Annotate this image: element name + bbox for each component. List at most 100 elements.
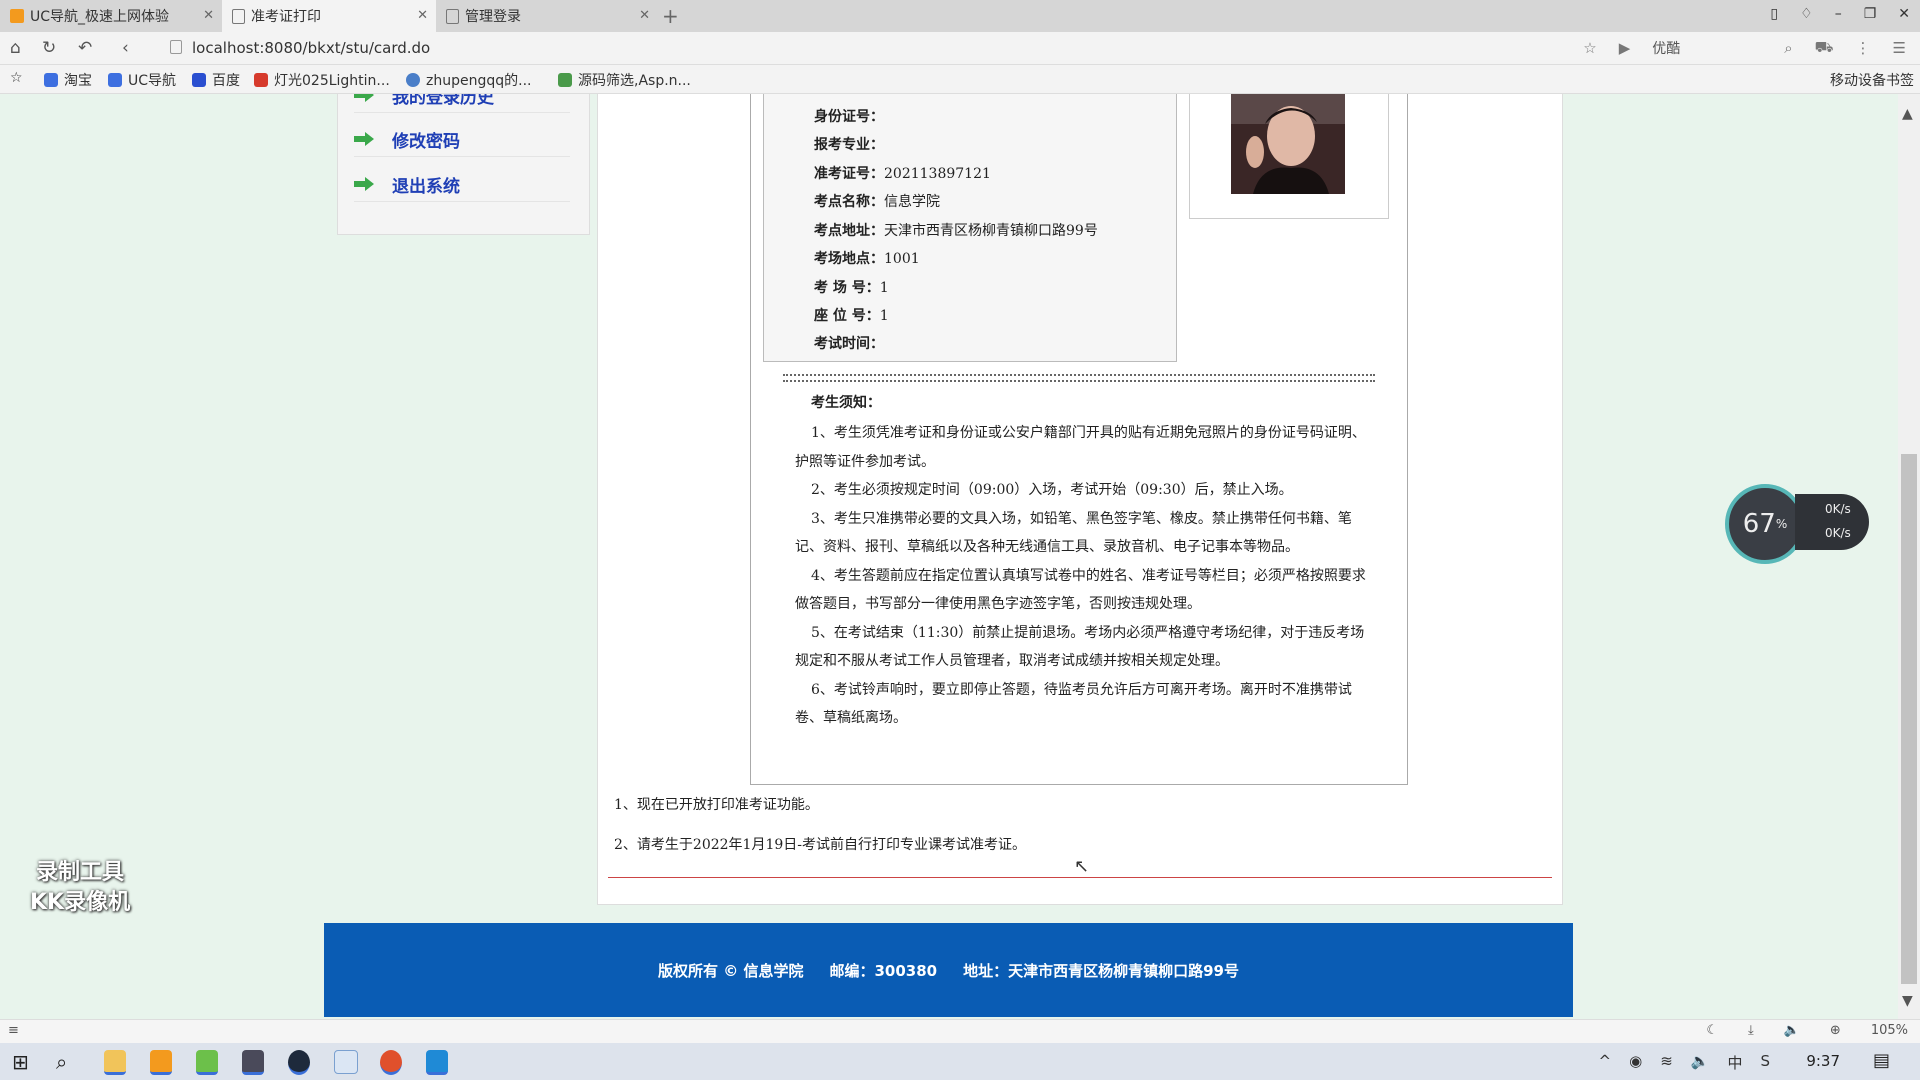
footer-address: 地址：天津市西青区杨柳青镇柳口路99号 [963, 961, 1239, 980]
app-dark-icon[interactable] [242, 1050, 264, 1075]
scroll-thumb[interactable] [1901, 454, 1917, 984]
close-tab-icon[interactable]: ✕ [417, 8, 428, 23]
zoom-icon[interactable]: ⊕ [1830, 1023, 1841, 1038]
new-tab-button[interactable]: + [662, 4, 679, 28]
bookmark-star-icon[interactable]: ☆ [10, 70, 23, 86]
back-icon[interactable]: ‹ [122, 38, 129, 58]
play-icon[interactable]: ▶ [1619, 39, 1631, 57]
uc-icon [108, 73, 122, 87]
field-exam-time: 考试时间： [814, 336, 884, 352]
sidebar: 我的登录历史 修改密码 退出系统 [337, 94, 590, 235]
restore-icon[interactable]: ❐ [1864, 6, 1877, 22]
url-field[interactable]: localhost:8080/bkxt/stu/card.do [170, 39, 430, 57]
footer-copyright: 版权所有 © 信息学院 [658, 961, 804, 980]
notification-icon[interactable]: ▤ [1873, 1050, 1890, 1071]
arrow-right-icon [354, 177, 376, 191]
volume-icon[interactable]: 🔈 [1784, 1023, 1800, 1038]
close-window-icon[interactable]: ✕ [1898, 6, 1910, 22]
tab-title: UC导航_极速上网体验 [30, 9, 170, 25]
speed-panel: 0K/s 0K/s [1795, 494, 1869, 550]
menu-icon[interactable]: ☰ [1893, 39, 1906, 57]
field-room-location: 考场地点：1001 [814, 251, 920, 267]
divider [608, 877, 1552, 878]
uc-browser-icon[interactable] [150, 1050, 172, 1075]
search-icon[interactable]: ⌕ [1784, 39, 1792, 57]
tab-uc-nav[interactable]: UC导航_极速上网体验 ✕ [0, 0, 222, 32]
scroll-down-icon[interactable]: ▼ [1902, 993, 1913, 1009]
notice-item: 5、在考试结束（11:30）前禁止提前退场。考场内必须严格遵守考场纪律，对于违反… [795, 624, 1365, 670]
notice-item: 4、考生答题前应在指定位置认真填写试卷中的姓名、准考证号等栏目；必须严格按照要求… [795, 567, 1366, 613]
vertical-scrollbar[interactable]: ▲ ▼ [1898, 94, 1920, 1019]
eclipse-icon[interactable] [288, 1050, 310, 1075]
cart-icon[interactable]: ⛟ [1815, 38, 1834, 58]
tip-item: 1、现在已开放打印准考证功能。 [614, 797, 819, 813]
teamviewer-icon[interactable] [426, 1050, 448, 1075]
network-speed-widget[interactable]: 67% 0K/s 0K/s [1725, 484, 1873, 564]
bookmark-taobao[interactable]: 淘宝 [44, 70, 92, 90]
tab-title: 准考证打印 [251, 9, 321, 25]
windows-start-icon[interactable]: ⊞ [12, 1050, 29, 1074]
sidebar-item-login-history[interactable]: 我的登录历史 [354, 94, 570, 113]
skin-icon[interactable]: ♢ [1800, 6, 1813, 22]
star-icon[interactable]: ☆ [1583, 39, 1596, 57]
tab-admin-login[interactable]: 管理登录 ✕ [436, 0, 658, 32]
zoom-level[interactable]: 105% [1871, 1023, 1908, 1038]
notice-list: 1、考生须凭准考证和身份证或公安户籍部门开具的贴有近期免冠照片的身份证号码证明、… [795, 419, 1375, 733]
bookmark-baidu[interactable]: 百度 [192, 70, 240, 90]
search-engine[interactable]: 优酷 [1652, 38, 1680, 58]
input-method-icon[interactable]: 中 [1727, 1052, 1742, 1073]
sidebar-toggle-icon[interactable]: ▯ [1770, 6, 1778, 22]
clock[interactable]: 9:37 [1806, 1052, 1840, 1070]
blog-icon [406, 73, 420, 87]
upload-speed: 0K/s [1825, 502, 1851, 516]
page-info-icon [170, 40, 182, 54]
qq-icon[interactable]: ◉ [1629, 1052, 1642, 1073]
mobile-bookmarks[interactable]: 移动设备书签 [1830, 70, 1914, 90]
search-taskbar-icon[interactable]: ⌕ [56, 1050, 67, 1074]
recorder-watermark: 录制工具 KK录像机 [30, 860, 131, 915]
footer-postcode: 邮编：300380 [829, 961, 938, 980]
close-tab-icon[interactable]: ✕ [639, 8, 650, 23]
sidebar-item-change-password[interactable]: 修改密码 [354, 122, 570, 157]
bookmark-uc[interactable]: UC导航 [108, 70, 176, 90]
arrow-right-icon [354, 94, 376, 102]
app-green-icon[interactable] [196, 1050, 218, 1075]
undo-icon[interactable]: ↶ [78, 38, 92, 58]
arrow-right-icon [354, 132, 376, 146]
notice-item: 3、考生只准携带必要的文具入场，如铅笔、黑色签字笔、橡皮。禁止携带任何书籍、笔记… [795, 510, 1352, 556]
sogou-icon[interactable]: S [1760, 1052, 1770, 1073]
network-app-icon[interactable] [334, 1050, 358, 1074]
night-mode-icon[interactable]: ☾ [1706, 1023, 1718, 1038]
more-icon[interactable]: ⋮ [1856, 39, 1871, 57]
candidate-photo [1231, 94, 1345, 194]
page-icon [232, 8, 245, 24]
tray-expand-icon[interactable]: ^ [1599, 1052, 1612, 1073]
bookmark-zhupengqq[interactable]: zhupengqq的... [406, 70, 531, 90]
window-controls: ▯ ♢ – ❐ ✕ [1770, 6, 1910, 22]
download-icon[interactable]: ⤓ [1748, 1023, 1754, 1038]
reload-icon[interactable]: ↻ [42, 38, 56, 58]
list-icon[interactable]: ≡ [8, 1023, 19, 1038]
bookmark-lighting[interactable]: 灯光025Lightin... [254, 70, 390, 90]
home-icon[interactable]: ⌂ [10, 38, 21, 58]
file-explorer-icon[interactable] [104, 1050, 126, 1075]
wifi-icon[interactable]: ≋ [1660, 1052, 1673, 1073]
sidebar-item-logout[interactable]: 退出系统 [354, 167, 570, 202]
field-major: 报考专业： [814, 137, 884, 153]
address-bar: ⌂ ↻ ↶ ‹ localhost:8080/bkxt/stu/card.do … [0, 32, 1920, 65]
minimize-icon[interactable]: – [1835, 6, 1842, 22]
close-tab-icon[interactable]: ✕ [203, 8, 214, 23]
taobao-icon [44, 73, 58, 87]
footer: 版权所有 © 信息学院 邮编：300380 地址：天津市西青区杨柳青镇柳口路99… [324, 923, 1573, 1017]
field-admission-number: 准考证号：202113897121 [814, 166, 991, 182]
notice-item: 2、考生必须按规定时间（09:00）入场，考试开始（09:30）后，禁止入场。 [811, 482, 1293, 498]
candidate-info: 身份证号： 报考专业： 准考证号：202113897121 考点名称：信息学院 … [763, 94, 1177, 362]
recorder-app-icon[interactable] [380, 1050, 402, 1075]
field-site-address: 考点地址：天津市西青区杨柳青镇柳口路99号 [814, 223, 1098, 239]
tab-card-print[interactable]: 准考证打印 ✕ [222, 0, 436, 32]
volume-tray-icon[interactable]: 🔈 [1691, 1052, 1710, 1073]
field-site-name: 考点名称：信息学院 [814, 194, 940, 210]
bookmark-source[interactable]: 源码筛选,Asp.n... [558, 70, 691, 90]
scroll-up-icon[interactable]: ▲ [1902, 106, 1913, 122]
bookmarks-bar: ☆ 淘宝 UC导航 百度 灯光025Lightin... zhupengqq的.… [0, 65, 1920, 94]
